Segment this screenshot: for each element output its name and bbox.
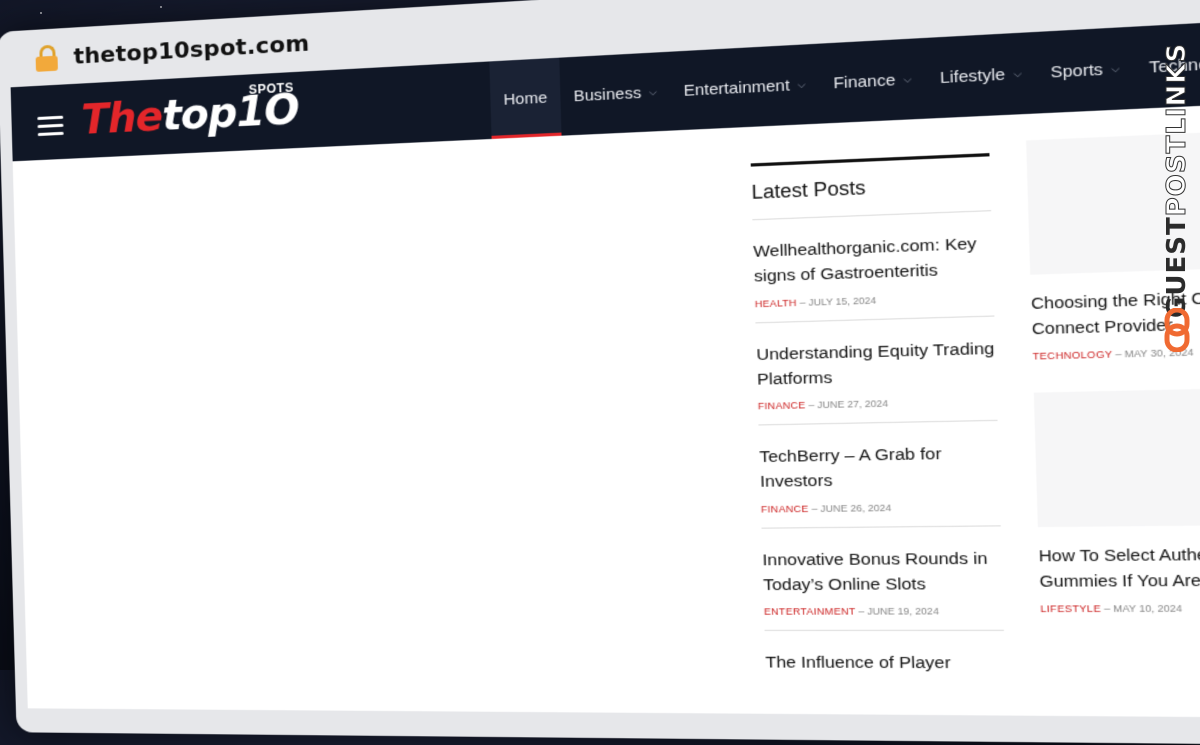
list-item[interactable]: Innovative Bonus Rounds in Today’s Onlin…	[761, 525, 1004, 631]
web-page: Thetop1O SPOTS Home Business ⌵ Entertainm…	[10, 16, 1200, 719]
post-date: – JUNE 27, 2024	[808, 397, 889, 411]
chevron-down-icon: ⌵	[903, 73, 912, 85]
article-date: – MAY 10, 2024	[1103, 602, 1183, 615]
post-date: – JUNE 19, 2024	[858, 605, 939, 617]
list-item[interactable]: Understanding Equity Trading Platforms F…	[755, 316, 998, 426]
chevron-down-icon: ⌵	[1013, 67, 1022, 79]
post-category[interactable]: FINANCE	[761, 503, 809, 514]
hamburger-menu-icon[interactable]	[37, 115, 64, 141]
article-category[interactable]: TECHNOLOGY	[1033, 349, 1113, 362]
menu-label: Finance	[833, 70, 896, 93]
chevron-down-icon: ⌵	[648, 85, 657, 98]
article-card[interactable]: How To Select Authentic Gummies If You A…	[1033, 386, 1200, 615]
post-meta: FINANCE – JUNE 27, 2024	[758, 396, 997, 412]
logo-spots: SPOTS	[248, 80, 294, 97]
watermark-text: GUESTPOSTLINKS	[1162, 42, 1193, 318]
post-title[interactable]: Understanding Equity Trading Platforms	[756, 336, 997, 392]
post-title[interactable]: Wellhealthorganic.com: Key signs of Gast…	[753, 231, 993, 290]
post-meta: HEALTH – JULY 15, 2024	[755, 291, 994, 309]
menu-label: Lifestyle	[939, 64, 1006, 87]
lock-icon	[35, 44, 58, 72]
menu-label: Business	[573, 83, 642, 105]
latest-posts-widget: Latest Posts Wellhealthorganic.com: Key …	[750, 153, 1006, 690]
post-title[interactable]: Innovative Bonus Rounds in Today’s Onlin…	[762, 546, 1003, 598]
list-item[interactable]: Wellhealthorganic.com: Key signs of Gast…	[752, 211, 995, 323]
menu-label: Home	[503, 88, 548, 109]
menu-label: Sports	[1050, 59, 1104, 82]
menu-item-business[interactable]: Business ⌵	[559, 52, 671, 136]
menu-item-lifestyle[interactable]: Lifestyle ⌵	[924, 32, 1037, 119]
menu-item-sports[interactable]: Sports ⌵	[1035, 27, 1136, 114]
post-meta: FINANCE – JUNE 26, 2024	[761, 501, 1001, 514]
post-date: – JULY 15, 2024	[799, 294, 877, 308]
article-title[interactable]: How To Select Authentic Gummies If You A…	[1038, 543, 1200, 595]
article-category[interactable]: LIFESTYLE	[1040, 603, 1101, 614]
article-thumbnail[interactable]	[1033, 386, 1200, 528]
chevron-down-icon: ⌵	[1111, 62, 1120, 74]
post-date: – JUNE 26, 2024	[811, 501, 892, 514]
post-title[interactable]: The Influence of Player	[765, 650, 1005, 676]
url-text[interactable]: thetop10spot.com	[73, 30, 310, 69]
guestpostlinks-watermark: GUESTPOSTLINKS	[1160, 42, 1194, 358]
post-category[interactable]: ENTERTAINMENT	[764, 606, 856, 617]
list-item[interactable]: The Influence of Player	[765, 631, 1006, 690]
article-meta: LIFESTYLE – MAY 10, 2024	[1040, 602, 1200, 615]
link-icon	[1164, 308, 1190, 352]
list-item[interactable]: TechBerry – A Grab for Investors FINANCE…	[758, 420, 1001, 529]
menu-label: Entertainment	[683, 75, 790, 100]
browser-window: thetop10spot.com Thetop1O SPOTS Home Bus…	[0, 0, 1200, 745]
site-logo[interactable]: Thetop1O SPOTS	[80, 80, 300, 148]
logo-the: The	[80, 93, 163, 144]
latest-posts-heading: Latest Posts	[750, 153, 992, 221]
chevron-down-icon: ⌵	[797, 78, 806, 90]
post-category[interactable]: FINANCE	[758, 400, 806, 412]
post-meta: ENTERTAINMENT – JUNE 19, 2024	[764, 606, 1004, 617]
menu-item-finance[interactable]: Finance ⌵	[818, 38, 927, 124]
menu-item-home[interactable]: Home	[489, 57, 562, 139]
post-category[interactable]: HEALTH	[755, 297, 797, 309]
menu-item-entertainment[interactable]: Entertainment ⌵	[669, 44, 821, 131]
post-title[interactable]: TechBerry – A Grab for Investors	[759, 441, 1000, 495]
